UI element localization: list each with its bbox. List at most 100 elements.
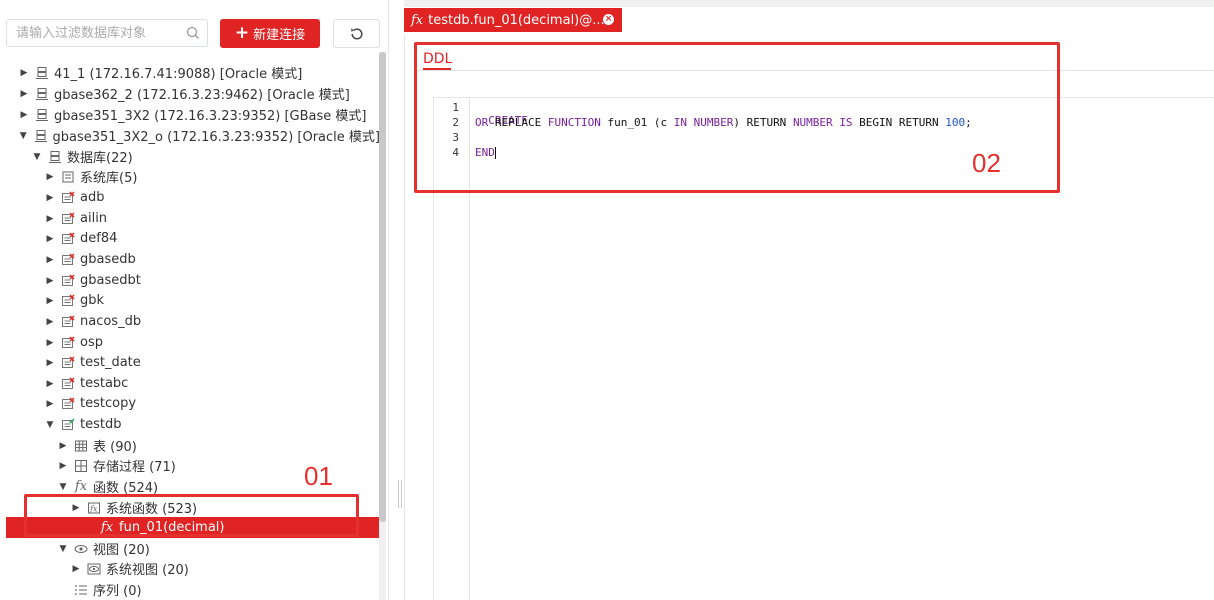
editor-tab-fun-01[interactable]: fx testdb.fun_01(decimal)@... ×	[404, 8, 622, 32]
caret-right-icon[interactable]: ▶	[45, 214, 55, 224]
database-offline-icon	[61, 336, 75, 350]
tree-node[interactable]: ▶ gbase362_2 (172.16.3.23:9462) [Oracle 模…	[0, 83, 380, 104]
close-tab-icon[interactable]: ×	[603, 14, 614, 25]
tree-scrollbar-thumb[interactable]	[379, 52, 386, 522]
refresh-icon	[350, 27, 363, 39]
tree-node-label: osp	[80, 335, 103, 350]
caret-down-icon[interactable]: ▼	[45, 420, 55, 430]
tree-node-label: gbasedbt	[80, 273, 141, 288]
caret-right-icon[interactable]: ▶	[45, 255, 55, 265]
database-offline-icon	[61, 212, 75, 226]
system-view-icon	[87, 562, 101, 576]
caret-right-icon[interactable]: ▶	[45, 234, 55, 244]
tree-node-label: gbk	[80, 293, 105, 308]
caret-right-icon[interactable]: ▶	[58, 441, 68, 451]
search-icon[interactable]	[186, 26, 200, 40]
caret-right-icon[interactable]: ▶	[45, 379, 55, 389]
tree-node-label: 数据库(22)	[67, 151, 133, 166]
system-db-icon	[61, 170, 75, 184]
tree-node[interactable]: ▼ 视图 (20)	[0, 538, 380, 559]
caret-right-icon[interactable]: ▶	[45, 399, 55, 409]
caret-right-icon[interactable]: ▶	[45, 193, 55, 203]
tree-node[interactable]: ▶ test_date	[0, 352, 380, 373]
search-box[interactable]	[6, 19, 208, 47]
caret-right-icon[interactable]: ▶	[45, 338, 55, 348]
caret-right-icon[interactable]: ▶	[58, 461, 68, 471]
database-offline-icon	[61, 315, 75, 329]
tree-node[interactable]: ▶序列 (0)	[0, 579, 380, 600]
function-icon: fx	[74, 479, 88, 494]
tree-node[interactable]: ▶ testabc	[0, 373, 380, 394]
tree-node-label: gbase351_3X2 (172.16.3.23:9352) [GBase 模…	[54, 109, 367, 124]
tree-node[interactable]: ▶ gbase351_3X2 (172.16.3.23:9352) [GBase …	[0, 104, 380, 125]
caret-right-icon[interactable]: ▶	[19, 110, 29, 120]
tree-node[interactable]: ▶ osp	[0, 332, 380, 353]
plus-icon: +	[234, 23, 250, 43]
server-icon	[35, 108, 49, 122]
caret-right-icon[interactable]: ▶	[45, 358, 55, 368]
database-offline-icon	[61, 294, 75, 308]
caret-right-icon[interactable]: ▶	[45, 317, 55, 327]
tree-node-label: testabc	[80, 376, 129, 391]
tree-node-label: 系统视图 (20)	[106, 563, 189, 578]
tree-scrollbar[interactable]	[379, 52, 386, 600]
tree-node[interactable]: ▼ testdb	[0, 414, 380, 435]
database-offline-icon	[61, 191, 75, 205]
panel-splitter-handle[interactable]	[398, 480, 402, 508]
tree-node[interactable]: ▶ 系统库(5)	[0, 166, 380, 187]
tab-strip	[404, 0, 1214, 7]
new-connection-button[interactable]: + 新建连接	[220, 19, 320, 48]
sequence-icon	[74, 583, 88, 597]
database-offline-icon	[61, 274, 75, 288]
tree-node[interactable]: ▶ gbk	[0, 290, 380, 311]
server-icon	[34, 129, 48, 143]
tree-node[interactable]: ▶ 系统视图 (20)	[0, 558, 380, 579]
tree-node-label: test_date	[80, 355, 141, 370]
database-offline-icon	[61, 377, 75, 391]
annotation-box-01	[24, 494, 359, 537]
caret-down-icon[interactable]: ▼	[58, 544, 68, 554]
tree-node-label: 41_1 (172.16.7.41:9088) [Oracle 模式]	[54, 67, 303, 82]
tree-node-label: def84	[80, 231, 118, 246]
tree-node[interactable]: ▶ 41_1 (172.16.7.41:9088) [Oracle 模式]	[0, 62, 380, 83]
caret-right-icon[interactable]: ▶	[45, 172, 55, 182]
database-offline-icon	[61, 356, 75, 370]
server-icon	[48, 150, 62, 164]
tree-node[interactable]: ▶ def84	[0, 228, 380, 249]
caret-down-icon[interactable]: ▼	[19, 131, 28, 141]
tree-node[interactable]: ▶ testcopy	[0, 393, 380, 414]
filter-search-input[interactable]	[7, 20, 192, 46]
tree-node-label: 表 (90)	[93, 440, 137, 455]
tree-node-label: gbasedb	[80, 252, 136, 267]
tree-node-label: ailin	[80, 211, 108, 226]
tree-node-label: 视图 (20)	[93, 543, 150, 558]
tree-node-label: adb	[80, 190, 105, 205]
caret-down-icon[interactable]: ▼	[58, 482, 68, 492]
tree-node[interactable]: ▼ 数据库(22)	[0, 146, 380, 167]
tree-node-label: 存储过程 (71)	[93, 460, 176, 475]
annotation-label-02: 02	[972, 148, 1001, 178]
caret-down-icon[interactable]: ▼	[32, 152, 42, 162]
tree-node[interactable]: ▶ adb	[0, 187, 380, 208]
tree-node[interactable]: ▶ nacos_db	[0, 311, 380, 332]
database-online-icon	[61, 418, 75, 432]
tree-node[interactable]: ▶ ailin	[0, 208, 380, 229]
caret-right-icon[interactable]: ▶	[71, 564, 81, 574]
explorer-toolbar: + 新建连接	[0, 0, 388, 52]
tree-node[interactable]: ▶ 表 (90)	[0, 435, 380, 456]
annotation-box-02	[414, 42, 1060, 193]
caret-right-icon[interactable]: ▶	[45, 296, 55, 306]
tree-node[interactable]: ▼ gbase351_3X2_o (172.16.3.23:9352) [Orac…	[0, 125, 380, 146]
caret-right-icon[interactable]: ▶	[19, 89, 29, 99]
tree-node-label: 序列 (0)	[93, 584, 142, 599]
tree-node[interactable]: ▶ gbasedb	[0, 249, 380, 270]
new-connection-label: 新建连接	[253, 28, 306, 43]
database-offline-icon	[61, 253, 75, 267]
table-icon	[74, 439, 88, 453]
tree-node-label: gbase351_3X2_o (172.16.3.23:9352) [Oracl…	[52, 130, 380, 145]
tree-node[interactable]: ▶ gbasedbt	[0, 270, 380, 291]
refresh-button[interactable]	[333, 19, 380, 48]
caret-right-icon[interactable]: ▶	[45, 276, 55, 286]
caret-right-icon[interactable]: ▶	[19, 68, 29, 78]
annotation-label-01: 01	[304, 461, 333, 491]
